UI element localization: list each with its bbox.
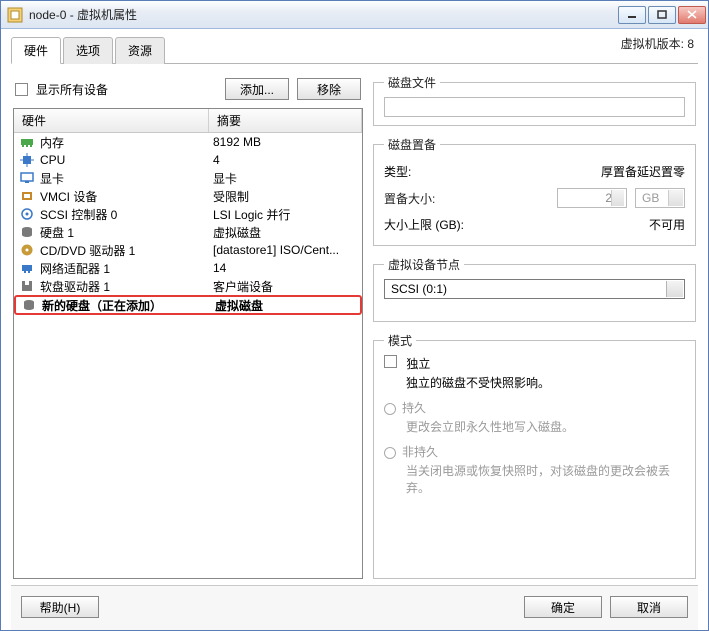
device-summary: LSI Logic 并行 — [209, 206, 362, 223]
cpu-icon — [20, 153, 34, 167]
device-summary: 14 — [209, 261, 362, 275]
hardware-table[interactable]: 硬件 摘要 内存8192 MBCPU4显卡显卡VMCI 设备受限制SCSI 控制… — [13, 108, 363, 579]
size-label: 置备大小: — [384, 190, 474, 207]
left-panel: 显示所有设备 添加... 移除 硬件 摘要 内存8192 MBCPU4显卡显卡V… — [13, 74, 363, 579]
remove-button[interactable]: 移除 — [297, 78, 361, 100]
device-summary: 客户端设备 — [209, 278, 362, 295]
persistent-desc: 更改会立即永久性地写入磁盘。 — [406, 418, 685, 435]
add-button[interactable]: 添加... — [225, 78, 289, 100]
tab-options[interactable]: 选项 — [63, 37, 113, 64]
persistent-label: 持久 — [402, 401, 426, 415]
disk-icon — [20, 225, 34, 239]
device-name: 显卡 — [40, 170, 64, 187]
vmci-icon — [20, 189, 34, 203]
virtual-node-combo[interactable]: SCSI (0:1) — [384, 279, 685, 299]
cancel-button[interactable]: 取消 — [610, 596, 688, 618]
titlebar[interactable]: node-0 - 虚拟机属性 — [1, 1, 708, 29]
nonpersistent-label: 非持久 — [402, 445, 438, 459]
table-row[interactable]: SCSI 控制器 0 LSI Logic 并行 — [14, 205, 362, 223]
table-row[interactable]: 内存 8192 MB — [14, 133, 362, 151]
device-summary: [datastore1] ISO/Cent... — [209, 243, 362, 257]
device-name: 网络适配器 1 — [40, 260, 110, 277]
device-name: CPU — [40, 153, 65, 167]
device-name: CD/DVD 驱动器 1 — [40, 242, 135, 259]
table-row[interactable]: 显卡 显卡 — [14, 169, 362, 187]
device-name: 内存 — [40, 134, 64, 151]
group-virtual-node: 虚拟设备节点 SCSI (0:1) — [373, 256, 696, 322]
show-all-devices-checkbox[interactable] — [15, 83, 28, 96]
type-label: 类型: — [384, 163, 474, 180]
virtual-node-value: SCSI (0:1) — [391, 282, 447, 296]
tabs: 硬件 选项 资源 — [11, 36, 698, 64]
legend-disk-provision: 磁盘置备 — [384, 136, 440, 153]
table-row[interactable]: 网络适配器 1 14 — [14, 259, 362, 277]
table-row[interactable]: CD/DVD 驱动器 1 [datastore1] ISO/Cent... — [14, 241, 362, 259]
device-summary: 显卡 — [209, 170, 362, 187]
col-hardware[interactable]: 硬件 — [14, 109, 209, 132]
col-summary[interactable]: 摘要 — [209, 109, 362, 132]
footer: 帮助(H) 确定 取消 — [11, 585, 698, 630]
nonpersistent-radio — [384, 447, 396, 459]
device-name: VMCI 设备 — [40, 188, 97, 205]
window-title: node-0 - 虚拟机属性 — [29, 6, 618, 23]
size-unit-value: GB — [642, 191, 659, 205]
table-row[interactable]: 新的硬盘（正在添加） 虚拟磁盘 — [14, 295, 362, 315]
tab-resources[interactable]: 资源 — [115, 37, 165, 64]
right-panel: 磁盘文件 磁盘置备 类型: 厚置备延迟置零 置备大小: 2 GB — [373, 74, 696, 579]
legend-disk-file: 磁盘文件 — [384, 74, 440, 91]
nic-icon — [20, 261, 34, 275]
help-button[interactable]: 帮助(H) — [21, 596, 99, 618]
max-size-label: 大小上限 (GB): — [384, 216, 494, 233]
disk-icon — [22, 298, 36, 312]
cd-icon — [20, 243, 34, 257]
size-unit-combo: GB — [635, 188, 685, 208]
disk-file-input — [384, 97, 685, 117]
device-summary: 受限制 — [209, 188, 362, 205]
nonpersistent-desc: 当关闭电源或恢复快照时，对该磁盘的更改会被丢弃。 — [406, 462, 685, 496]
device-name: 新的硬盘（正在添加） — [42, 297, 162, 314]
video-icon — [20, 171, 34, 185]
minimize-button[interactable] — [618, 6, 646, 24]
device-summary: 虚拟磁盘 — [211, 297, 360, 314]
device-summary: 虚拟磁盘 — [209, 224, 362, 241]
max-size-value: 不可用 — [502, 216, 685, 233]
app-icon — [7, 7, 23, 23]
legend-virtual-node: 虚拟设备节点 — [384, 256, 464, 273]
group-mode: 模式 独立 独立的磁盘不受快照影响。 持久 更改会立即永久性地写入磁盘。 非持久… — [373, 332, 696, 579]
table-row[interactable]: CPU 4 — [14, 151, 362, 169]
tab-hardware[interactable]: 硬件 — [11, 37, 61, 64]
independent-label: 独立 — [406, 357, 430, 371]
legend-mode: 模式 — [384, 332, 416, 349]
type-value: 厚置备延迟置零 — [482, 163, 685, 180]
device-name: 硬盘 1 — [40, 224, 74, 241]
persistent-radio — [384, 403, 396, 415]
table-row[interactable]: VMCI 设备 受限制 — [14, 187, 362, 205]
independent-desc: 独立的磁盘不受快照影响。 — [406, 374, 685, 391]
device-name: 软盘驱动器 1 — [40, 278, 110, 295]
group-disk-provision: 磁盘置备 类型: 厚置备延迟置零 置备大小: 2 GB — [373, 136, 696, 246]
floppy-icon — [20, 279, 34, 293]
size-spinner: 2 — [557, 188, 627, 208]
vm-properties-window: node-0 - 虚拟机属性 虚拟机版本: 8 硬件 选项 资源 显示所有设备 … — [0, 0, 709, 631]
close-button[interactable] — [678, 6, 706, 24]
table-row[interactable]: 硬盘 1 虚拟磁盘 — [14, 223, 362, 241]
device-summary: 8192 MB — [209, 135, 362, 149]
scsi-icon — [20, 207, 34, 221]
group-disk-file: 磁盘文件 — [373, 74, 696, 126]
ok-button[interactable]: 确定 — [524, 596, 602, 618]
show-all-devices-label: 显示所有设备 — [36, 81, 108, 98]
table-row[interactable]: 软盘驱动器 1 客户端设备 — [14, 277, 362, 295]
maximize-button[interactable] — [648, 6, 676, 24]
device-summary: 4 — [209, 153, 362, 167]
device-name: SCSI 控制器 0 — [40, 206, 117, 223]
memory-icon — [20, 135, 34, 149]
independent-checkbox[interactable] — [384, 355, 397, 368]
